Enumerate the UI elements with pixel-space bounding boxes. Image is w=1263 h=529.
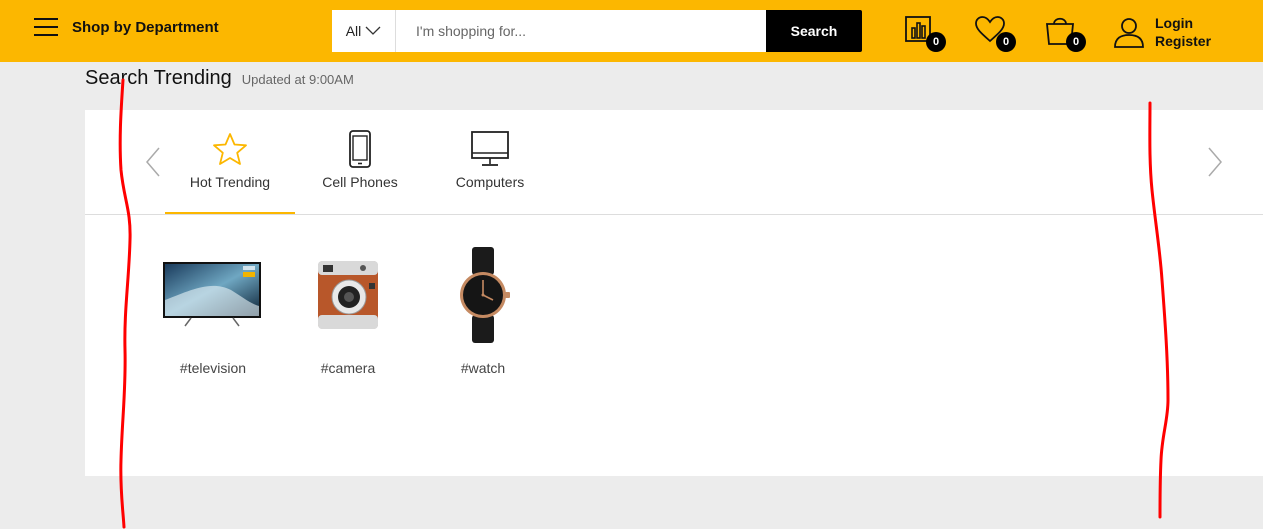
cart-button[interactable]: 0 bbox=[1044, 14, 1086, 52]
category-value: All bbox=[345, 23, 362, 39]
menu-icon bbox=[34, 18, 58, 36]
wishlist-count-badge: 0 bbox=[996, 32, 1016, 52]
trending-item-television[interactable]: #television bbox=[153, 240, 273, 376]
tab-label: Cell Phones bbox=[322, 174, 398, 190]
watch-image bbox=[428, 240, 538, 350]
updated-time: Updated at 9:00AM bbox=[241, 72, 354, 87]
monitor-icon bbox=[471, 131, 509, 166]
chevron-left-icon bbox=[146, 147, 160, 177]
tab-cell-phones[interactable]: Cell Phones bbox=[295, 110, 425, 214]
tab-computers[interactable]: Computers bbox=[425, 110, 555, 214]
star-icon bbox=[213, 133, 247, 165]
tab-label: Computers bbox=[455, 174, 525, 190]
search-bar: All Search bbox=[332, 10, 862, 52]
chevron-down-icon bbox=[365, 26, 381, 35]
user-icon bbox=[1114, 18, 1144, 48]
camera-image bbox=[293, 240, 403, 350]
search-input[interactable] bbox=[396, 10, 766, 52]
item-tag: #watch bbox=[460, 360, 506, 376]
register-link[interactable]: Register bbox=[1155, 32, 1211, 50]
compare-button[interactable]: 0 bbox=[904, 14, 946, 52]
department-label: Shop by Department bbox=[72, 18, 219, 36]
section-title: Search Trending bbox=[85, 67, 232, 89]
tab-hot-trending[interactable]: Hot Trending bbox=[165, 110, 295, 214]
section-header: Search Trending Updated at 9:00AM bbox=[85, 67, 354, 90]
chevron-right-icon bbox=[1208, 147, 1222, 177]
wishlist-button[interactable]: 0 bbox=[974, 14, 1016, 52]
phone-icon bbox=[349, 130, 371, 168]
television-image bbox=[158, 240, 268, 350]
category-select[interactable]: All bbox=[332, 10, 396, 52]
trending-tabs: Hot Trending Cell Phones Computers bbox=[85, 110, 1263, 215]
trending-panel: Hot Trending Cell Phones Computers #tele… bbox=[85, 110, 1263, 476]
site-header: Shop by Department All Search 0 0 0 bbox=[0, 0, 1263, 62]
account-area: Login Register bbox=[1113, 14, 1211, 50]
compare-count-badge: 0 bbox=[926, 32, 946, 52]
item-tag: #camera bbox=[320, 360, 376, 376]
search-button[interactable]: Search bbox=[766, 10, 862, 52]
cart-count-badge: 0 bbox=[1066, 32, 1086, 52]
prev-arrow-button[interactable] bbox=[143, 146, 163, 178]
item-tag: #television bbox=[179, 360, 247, 376]
tab-label: Hot Trending bbox=[189, 174, 271, 190]
trending-item-camera[interactable]: #camera bbox=[288, 240, 408, 376]
trending-item-watch[interactable]: #watch bbox=[423, 240, 543, 376]
shop-by-department-button[interactable]: Shop by Department bbox=[34, 18, 219, 36]
login-link[interactable]: Login bbox=[1155, 14, 1211, 32]
next-arrow-button[interactable] bbox=[1205, 146, 1225, 178]
